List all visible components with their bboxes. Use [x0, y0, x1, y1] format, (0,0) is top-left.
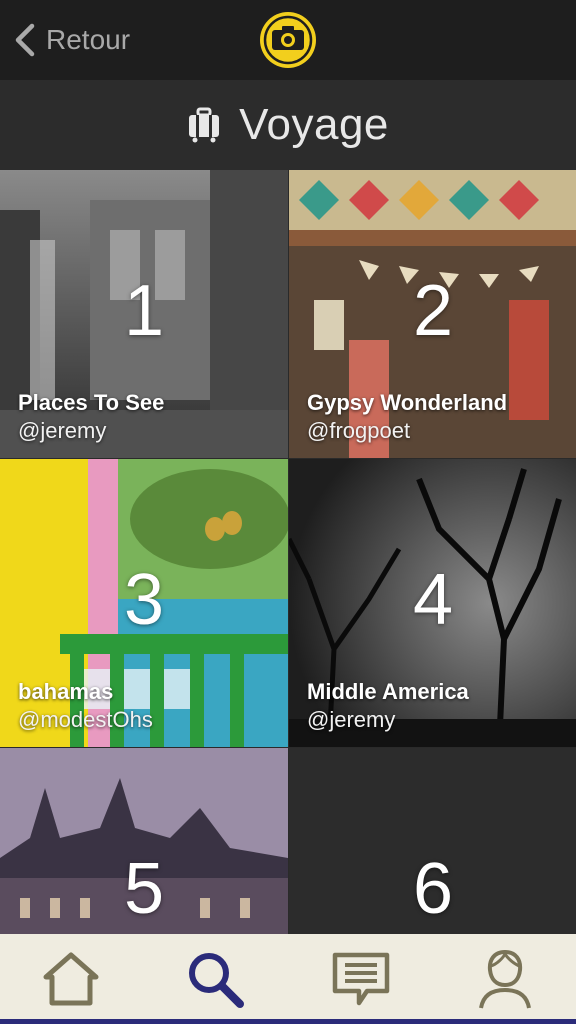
tab-bar-underline [0, 1019, 576, 1024]
collection-number: 1 [123, 271, 165, 351]
collection-name: Middle America [307, 679, 469, 704]
search-icon [189, 953, 244, 1008]
collection-name: Places To See [18, 390, 165, 415]
collection-user[interactable]: @jeremy [307, 707, 395, 733]
collection-tile-1[interactable]: 1 Places To See @jeremy [0, 170, 288, 458]
collection-name: Gypsy Wonderland [307, 390, 508, 415]
collection-number: 6 [412, 849, 454, 929]
collection-user[interactable]: @jeremy [18, 418, 106, 444]
collection-user[interactable]: @frogpoet [307, 418, 410, 444]
messages-icon [332, 952, 390, 1006]
chevron-left-icon [15, 23, 35, 57]
suitcase-icon [189, 107, 220, 143]
back-label: Retour [46, 24, 131, 55]
collection-tile-5[interactable]: 5 [0, 748, 288, 934]
collection-number: 4 [412, 560, 454, 640]
camera-logo-icon[interactable] [258, 10, 318, 70]
back-button[interactable]: Retour [14, 20, 130, 60]
tab-home[interactable] [36, 946, 106, 1012]
bottom-tab-bar [0, 934, 576, 1024]
home-icon [43, 952, 99, 1006]
top-bar: Retour [0, 0, 576, 80]
collection-number: 5 [123, 849, 165, 929]
collection-name: bahamas [18, 679, 114, 704]
collection-number: 2 [412, 271, 454, 351]
collection-tile-2[interactable]: 2 Gypsy Wonderland @frogpoet [289, 170, 576, 458]
profile-icon [479, 949, 531, 1009]
collection-tile-4[interactable]: 4 Middle America @jeremy [289, 459, 576, 747]
category-header: Voyage [0, 80, 576, 170]
tab-profile[interactable] [470, 946, 540, 1012]
tab-messages[interactable] [326, 946, 396, 1012]
collection-tile-6[interactable]: 6 [289, 748, 576, 934]
collection-number: 3 [123, 560, 165, 640]
collection-tile-3[interactable]: 3 bahamas @modestOhs [0, 459, 288, 747]
collections-grid: 1 Places To See @jeremy 2 Gypsy Wonderla… [0, 170, 576, 934]
collection-user[interactable]: @modestOhs [18, 707, 153, 733]
page-title: Voyage [239, 100, 389, 149]
tab-search[interactable] [180, 946, 250, 1012]
